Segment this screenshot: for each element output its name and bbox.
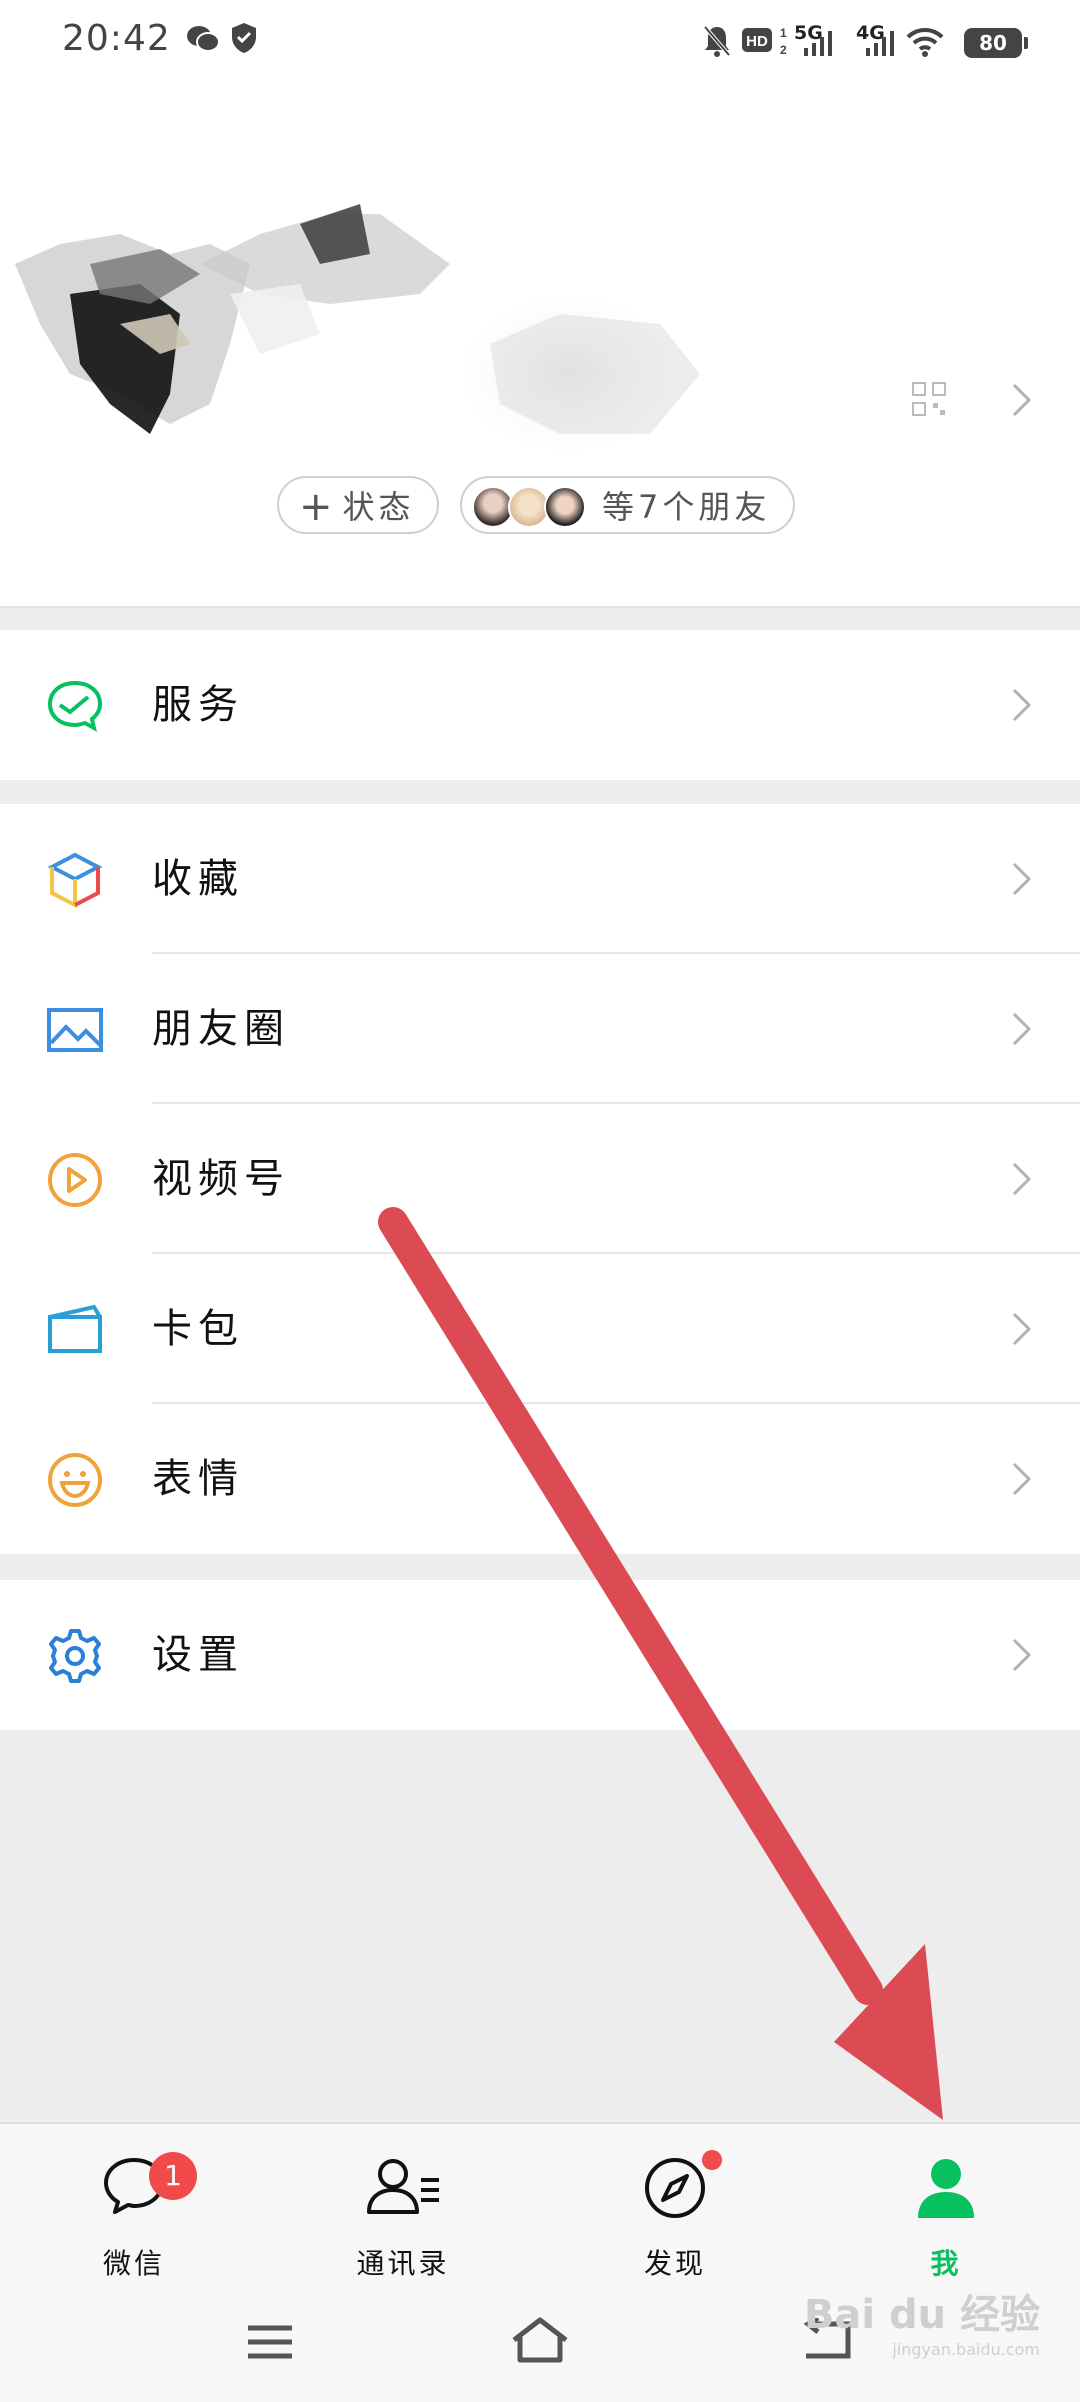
menu-item-channels[interactable]: 视频号 [0,1104,1080,1254]
chevron-right-icon [1012,1312,1032,1346]
qr-code-icon[interactable] [912,382,946,416]
bell-muted-icon [703,25,731,57]
chevron-right-icon [1012,1162,1032,1196]
menu-label: 卡包 [152,1306,244,1352]
status-right-icons: HD 1 2 5G 4G 80 [702,22,1028,62]
friend-avatar [544,486,586,528]
menu-label: 设置 [152,1632,244,1678]
chevron-right-icon [1012,862,1032,896]
menu-item-settings[interactable]: 设置 [0,1580,1080,1730]
menu-label: 视频号 [152,1156,290,1202]
tab-label: 发现 [643,2247,706,2280]
menu-group-settings: 设置 [0,1580,1080,1730]
menu-item-stickers[interactable]: 表情 [0,1404,1080,1554]
channels-play-icon [48,1153,102,1207]
status-time: 20:42 [62,18,171,59]
compass-icon [645,2158,705,2218]
menu-icon[interactable] [246,2322,294,2362]
tab-label: 微信 [102,2247,165,2280]
tab-me[interactable]: 我 [861,2146,1031,2286]
watermark-url: jingyan.baidu.com [892,2340,1040,2359]
menu-item-favorites[interactable]: 收藏 [0,804,1080,954]
menu-group-service: 服务 [0,630,1080,780]
wallet-card-icon [48,1304,102,1353]
tab-label: 我 [930,2247,962,2280]
menu-item-service[interactable]: 服务 [0,630,1080,780]
wifi-icon [906,27,944,57]
baidu-watermark: Bai du 经验 jingyan.baidu.com [804,2282,1040,2359]
signal-icon [866,31,894,56]
tab-chats[interactable]: 1 微信 [49,2146,219,2286]
chevron-right-icon [1012,688,1032,722]
battery-indicator: 80 [964,28,1028,58]
svg-text:2: 2 [780,43,787,57]
friends-status-button[interactable]: 等7个朋友 [460,476,795,534]
friends-label: 等7个朋友 [602,488,771,526]
hd-icon: HD 1 2 [742,26,787,57]
favorites-cube-icon [47,852,103,909]
signal-icon [804,31,832,56]
watermark-text: Bai du 经验 [803,2292,1040,2338]
moments-image-icon [47,1008,103,1052]
svg-text:HD: HD [746,33,768,50]
chevron-right-icon [1012,1012,1032,1046]
menu-label: 服务 [152,682,244,728]
chevron-right-icon[interactable] [1010,382,1034,418]
menu-label: 收藏 [152,856,244,902]
svg-text:1: 1 [780,26,787,40]
chevron-right-icon [1012,1638,1032,1672]
smiley-icon [48,1453,102,1507]
contacts-icon [367,2159,439,2214]
new-dot-badge [702,2150,722,2170]
home-icon[interactable] [510,2316,570,2364]
person-icon [918,2159,974,2218]
service-icon [47,680,103,732]
gear-icon [49,1629,101,1683]
unread-badge: 1 [149,2152,197,2200]
add-status-button[interactable]: + 状态 [277,476,439,534]
add-status-label: 状态 [342,488,415,526]
chevron-right-icon [1012,1462,1032,1496]
profile-header[interactable]: + 状态 等7个朋友 [0,84,1080,608]
menu-label: 表情 [152,1456,244,1502]
wechat-notification-icon [187,26,220,52]
menu-group-main: 收藏 朋友圈 视频号 卡包 表情 [0,804,1080,1554]
status-bar: 20:42 HD 1 2 5G 4G 80 [0,0,1080,84]
tab-label: 通讯录 [356,2247,450,2280]
plus-icon: + [299,484,337,530]
menu-label: 朋友圈 [152,1006,290,1052]
tab-discover[interactable]: 发现 [590,2146,760,2286]
shield-icon [232,23,256,53]
menu-item-cards[interactable]: 卡包 [0,1254,1080,1404]
bottom-tab-bar: 1 微信 通讯录 发现 我 [0,2122,1080,2402]
menu-item-moments[interactable]: 朋友圈 [0,954,1080,1104]
tab-contacts[interactable]: 通讯录 [318,2146,488,2286]
